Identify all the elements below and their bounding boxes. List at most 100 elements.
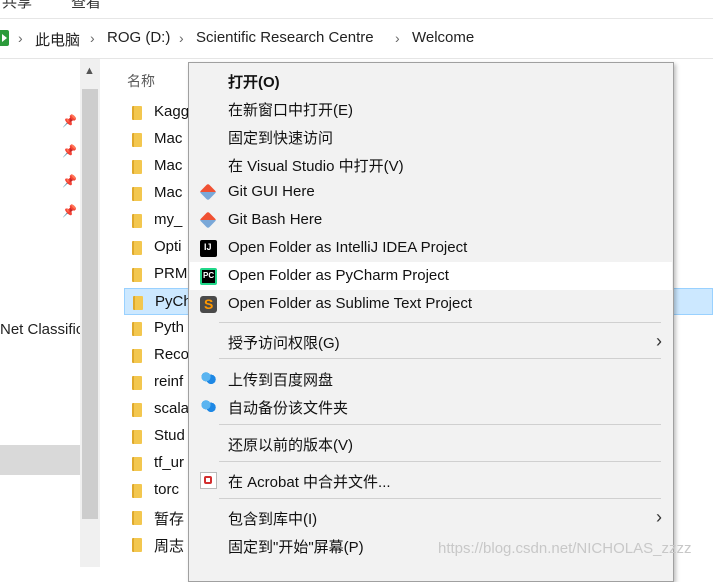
menu-item-acrobat-combine[interactable]: 在 Acrobat 中合并文件... xyxy=(190,466,672,494)
acrobat-icon xyxy=(200,472,217,489)
list-item-name: Stud xyxy=(154,427,185,444)
folder-icon xyxy=(132,241,142,255)
folder-icon xyxy=(132,511,142,525)
git-icon xyxy=(199,183,217,201)
breadcrumb-welcome[interactable]: Welcome xyxy=(412,29,474,46)
menu-separator xyxy=(219,322,661,323)
column-header-name[interactable]: 名称 xyxy=(127,71,155,91)
location-icon xyxy=(0,30,9,46)
chevron-right-icon[interactable]: › xyxy=(395,30,400,46)
menu-item-label: 自动备份该文件夹 xyxy=(228,400,349,417)
ribbon: 共享 查看 xyxy=(0,0,713,19)
address-bar[interactable]: › 此电脑 › ROG (D:) › Scientific Research C… xyxy=(0,18,713,59)
nav-item-selected[interactable] xyxy=(0,445,80,475)
folder-icon xyxy=(132,484,142,498)
chevron-right-icon: › xyxy=(656,507,662,527)
chevron-right-icon[interactable]: › xyxy=(18,30,23,46)
folder-icon xyxy=(132,376,142,390)
menu-item-open-pycharm[interactable]: Open Folder as PyCharm Project xyxy=(190,262,672,290)
folder-icon xyxy=(133,296,143,310)
list-item-name: reinf xyxy=(154,373,184,390)
navigation-pane: 📌 📌 📌 📌 Net Classific ▲ xyxy=(0,59,100,567)
menu-item-open-sublime[interactable]: Open Folder as Sublime Text Project xyxy=(190,290,672,318)
folder-icon xyxy=(132,322,142,336)
menu-item-label: 包含到库中(I) xyxy=(228,511,318,528)
menu-item-restore-versions[interactable]: 还原以前的版本(V) xyxy=(190,429,672,457)
folder-icon xyxy=(132,430,142,444)
pin-icon[interactable]: 📌 xyxy=(62,204,77,218)
chevron-right-icon[interactable]: › xyxy=(90,30,95,46)
breadcrumb-drive[interactable]: ROG (D:) xyxy=(107,29,170,46)
breadcrumb-this-pc[interactable]: 此电脑 xyxy=(35,29,80,50)
menu-item-open-visual-studio[interactable]: 在 Visual Studio 中打开(V) xyxy=(190,150,672,178)
list-item-name: 周志 xyxy=(154,538,185,555)
ribbon-tab-share[interactable]: 共享 xyxy=(2,0,32,12)
menu-item-git-bash[interactable]: Git Bash Here xyxy=(190,206,672,234)
menu-item-label: Git Bash Here xyxy=(228,211,323,228)
menu-item-label: 在 Acrobat 中合并文件... xyxy=(228,474,391,491)
menu-item-pin-quick-access[interactable]: 固定到快速访问 xyxy=(190,122,672,150)
list-item-name: 暂存 xyxy=(154,511,185,528)
menu-item-label: Open Folder as PyCharm Project xyxy=(228,267,449,284)
pin-icon[interactable]: 📌 xyxy=(62,144,77,158)
sublime-icon xyxy=(200,296,217,313)
folder-icon xyxy=(132,106,142,120)
list-item-name: Mac xyxy=(154,184,183,201)
folder-icon xyxy=(132,457,142,471)
menu-item-open-new-window[interactable]: 在新窗口中打开(E) xyxy=(190,94,672,122)
folder-icon xyxy=(132,187,142,201)
menu-item-label: Open Folder as IntelliJ IDEA Project xyxy=(228,239,468,256)
menu-separator xyxy=(219,358,661,359)
folder-icon xyxy=(132,160,142,174)
list-item-name: Kagg xyxy=(154,103,190,120)
list-item-name: Reco xyxy=(154,346,190,363)
list-item-name: my_ xyxy=(154,211,183,228)
nav-item-label[interactable]: Net Classific xyxy=(0,321,82,338)
menu-item-upload-baidu[interactable]: 上传到百度网盘 xyxy=(190,364,672,392)
menu-item-label: 上传到百度网盘 xyxy=(228,372,334,389)
list-item-name: scala xyxy=(154,400,190,417)
menu-item-open[interactable]: 打开(O) xyxy=(190,66,672,94)
list-item-name: PyCh xyxy=(155,293,192,310)
menu-item-label: 固定到快速访问 xyxy=(228,130,334,147)
scrollbar-thumb[interactable] xyxy=(82,89,98,519)
list-item-name: PRM xyxy=(154,265,188,282)
menu-separator xyxy=(219,424,661,425)
menu-item-open-intellij[interactable]: Open Folder as IntelliJ IDEA Project xyxy=(190,234,672,262)
pycharm-icon xyxy=(200,268,217,285)
list-item-name: Pyth xyxy=(154,319,185,336)
baidu-netdisk-icon xyxy=(200,398,217,415)
scroll-up-icon[interactable]: ▲ xyxy=(84,65,95,77)
menu-item-label: 打开(O) xyxy=(228,74,280,91)
menu-item-label: Git GUI Here xyxy=(228,183,315,200)
menu-separator xyxy=(219,461,661,462)
nav-scrollbar[interactable]: ▲ xyxy=(80,59,100,567)
list-item-name: Mac xyxy=(154,157,183,174)
intellij-icon xyxy=(197,237,217,257)
pin-icon[interactable]: 📌 xyxy=(62,174,77,188)
menu-separator xyxy=(219,498,661,499)
list-item-name: Opti xyxy=(154,238,182,255)
baidu-netdisk-icon xyxy=(200,370,217,387)
menu-item-git-gui[interactable]: Git GUI Here xyxy=(190,178,672,206)
menu-item-label: 还原以前的版本(V) xyxy=(228,437,353,454)
ribbon-tab-view[interactable]: 查看 xyxy=(71,0,101,12)
list-item-name: Mac xyxy=(154,130,183,147)
menu-item-auto-backup[interactable]: 自动备份该文件夹 xyxy=(190,392,672,420)
menu-item-include-library[interactable]: 包含到库中(I) › xyxy=(190,503,672,531)
list-item-name: tf_ur xyxy=(154,454,185,471)
menu-item-label: Open Folder as Sublime Text Project xyxy=(228,295,473,312)
folder-icon xyxy=(132,214,142,228)
chevron-right-icon[interactable]: › xyxy=(179,30,184,46)
menu-item-label: 在新窗口中打开(E) xyxy=(228,102,353,119)
chevron-right-icon: › xyxy=(656,331,662,351)
menu-item-grant-access[interactable]: 授予访问权限(G) › xyxy=(190,327,672,355)
pin-icon[interactable]: 📌 xyxy=(62,114,77,128)
folder-icon xyxy=(132,133,142,147)
folder-icon xyxy=(132,349,142,363)
context-menu: 打开(O) 在新窗口中打开(E) 固定到快速访问 在 Visual Studio… xyxy=(188,62,674,582)
folder-icon xyxy=(132,268,142,282)
breadcrumb-research-centre[interactable]: Scientific Research Centre xyxy=(196,29,374,46)
folder-icon xyxy=(132,538,142,552)
menu-item-label: 固定到"开始"屏幕(P) xyxy=(228,539,364,556)
